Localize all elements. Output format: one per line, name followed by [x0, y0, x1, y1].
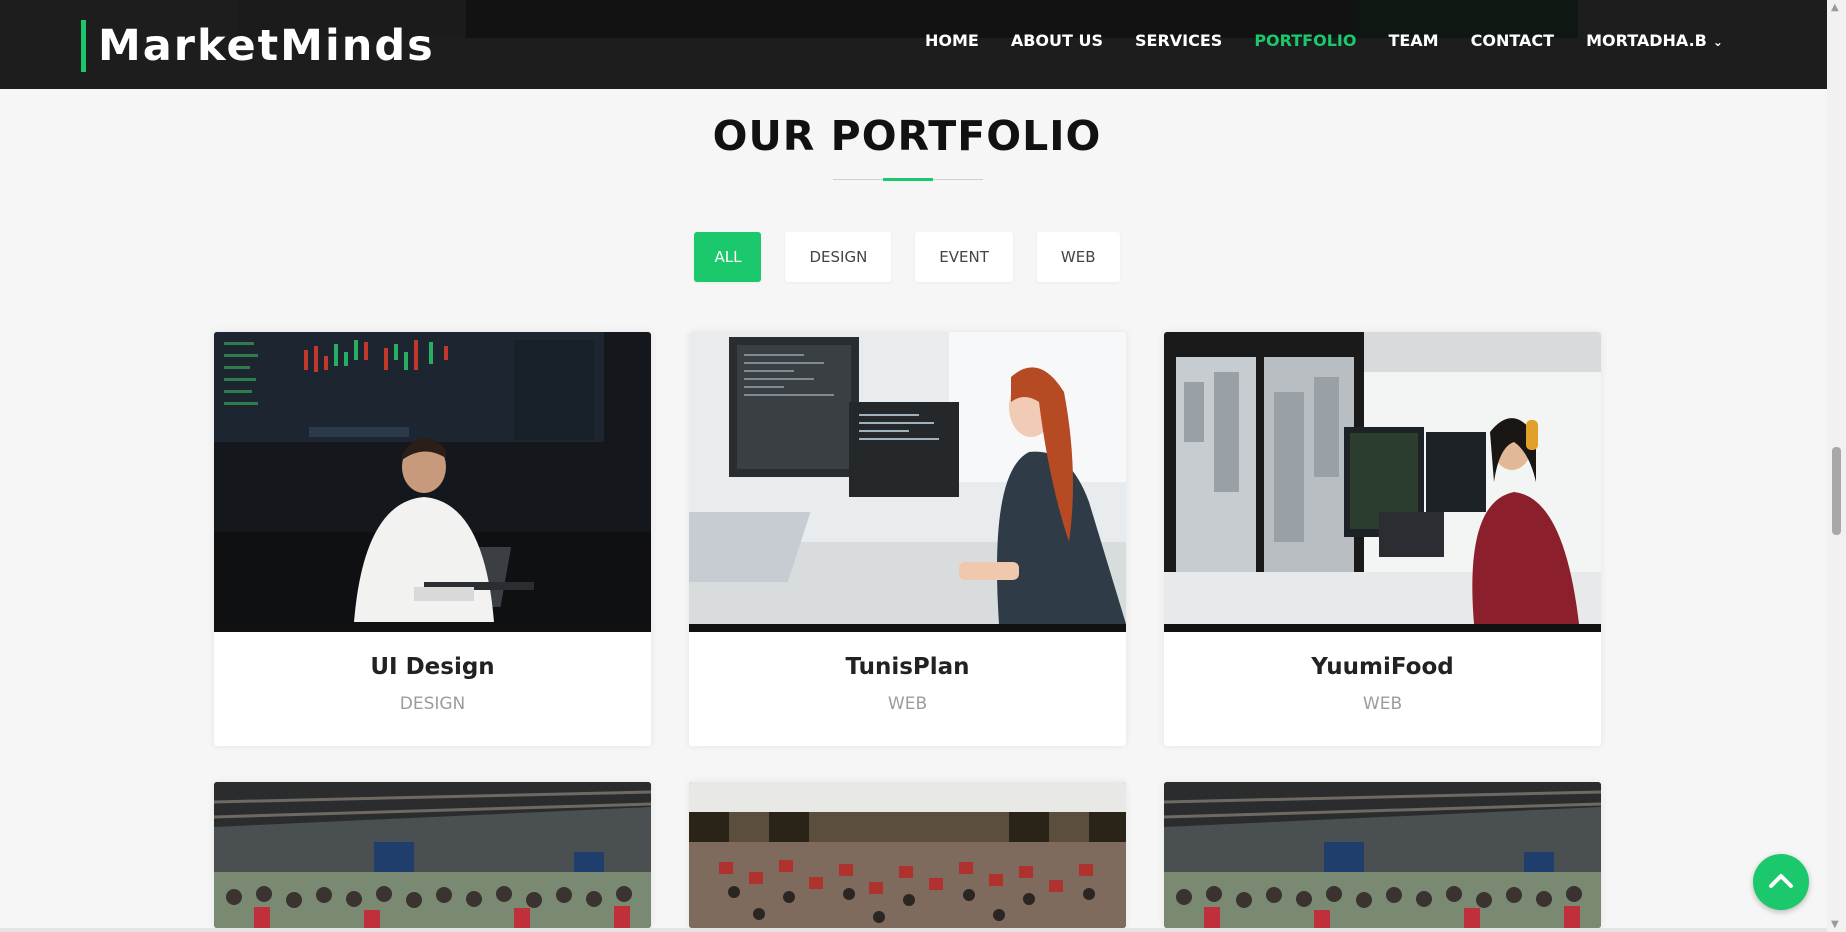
- portfolio-filters: ALL DESIGN EVENT WEB: [0, 232, 1814, 282]
- scroll-down-arrow-icon[interactable]: ▼: [1831, 919, 1839, 930]
- portfolio-item[interactable]: [214, 782, 651, 928]
- chevron-down-icon: ⌄: [1712, 35, 1723, 49]
- portfolio-item[interactable]: [1164, 782, 1601, 928]
- portfolio-item-title: TunisPlan: [845, 654, 970, 680]
- nav-portfolio[interactable]: PORTFOLIO: [1254, 28, 1356, 54]
- back-to-top-button[interactable]: [1753, 854, 1809, 910]
- portfolio-item-category: WEB: [1362, 694, 1403, 714]
- chevron-up-icon: [1769, 874, 1793, 888]
- user-name: MORTADHA.B: [1586, 31, 1707, 50]
- scrollbar-thumb[interactable]: [1832, 447, 1841, 535]
- title-accent-bar: [883, 178, 933, 181]
- page-bottom-edge: [0, 928, 1827, 932]
- portfolio-image: [689, 332, 1126, 624]
- portfolio-item-title: YuumiFood: [1311, 654, 1454, 680]
- portfolio-image: [214, 332, 651, 624]
- portfolio-item[interactable]: YuumiFood WEB: [1164, 332, 1601, 746]
- portfolio-item-category: DESIGN: [399, 694, 466, 714]
- filter-web[interactable]: WEB: [1036, 232, 1120, 282]
- nav-team[interactable]: TEAM: [1388, 28, 1438, 54]
- nav-about-us[interactable]: ABOUT US: [1011, 28, 1103, 54]
- portfolio-item[interactable]: UI Design DESIGN: [214, 332, 651, 746]
- portfolio-image: [689, 782, 1126, 928]
- portfolio-item[interactable]: TunisPlan WEB: [689, 332, 1126, 746]
- section-title: OUR PORTFOLIO: [712, 112, 1102, 160]
- portfolio-item-category: WEB: [887, 694, 928, 714]
- filter-all[interactable]: ALL: [694, 232, 762, 282]
- main-nav: HOME ABOUT US SERVICES PORTFOLIO TEAM CO…: [925, 28, 1755, 54]
- portfolio-item[interactable]: [689, 782, 1126, 928]
- nav-contact[interactable]: CONTACT: [1471, 28, 1554, 54]
- filter-event[interactable]: EVENT: [915, 232, 1013, 282]
- portfolio-item-title: UI Design: [370, 654, 495, 680]
- portfolio-image: [214, 782, 651, 928]
- filter-design[interactable]: DESIGN: [785, 232, 892, 282]
- site-header: MarketMinds HOME ABOUT US SERVICES PORTF…: [0, 0, 1827, 89]
- nav-services[interactable]: SERVICES: [1135, 28, 1222, 54]
- page-scrollbar[interactable]: ▲ ▼: [1827, 0, 1846, 932]
- nav-home[interactable]: HOME: [925, 28, 979, 54]
- portfolio-image: [1164, 782, 1601, 928]
- portfolio-image: [1164, 332, 1601, 624]
- scroll-up-arrow-icon[interactable]: ▲: [1831, 2, 1839, 13]
- brand-logo[interactable]: MarketMinds: [81, 20, 435, 72]
- nav-user-menu[interactable]: MORTADHA.B ⌄: [1586, 28, 1723, 54]
